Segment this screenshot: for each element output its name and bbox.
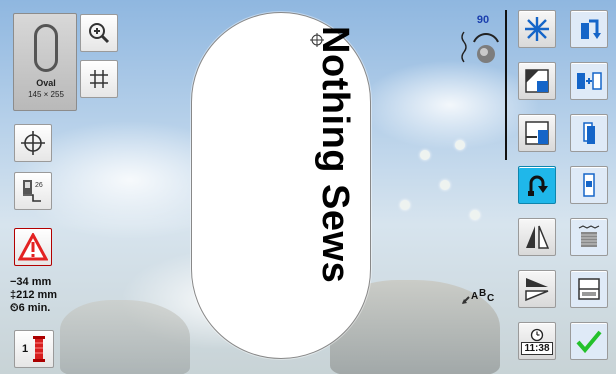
color-change-button[interactable] (570, 166, 608, 204)
time-button[interactable]: 11:38 (518, 322, 556, 360)
rotation-dial[interactable] (458, 28, 504, 74)
crosshair-icon (21, 131, 45, 155)
mirror-vertical-button[interactable] (518, 218, 556, 256)
abc-arc-icon: A B C (462, 288, 494, 304)
color-sequence-icon (583, 173, 595, 197)
return-arrow-icon (581, 19, 601, 39)
hoop-name: Oval (36, 78, 56, 88)
hoop-size: 145 × 255 (28, 90, 64, 99)
dial-track (505, 10, 507, 160)
rotate-icon (528, 175, 548, 196)
text-arc-button[interactable]: A B C (458, 282, 502, 312)
resize-icon (525, 69, 549, 93)
layout-button[interactable] (570, 270, 608, 308)
back-button[interactable] (570, 10, 608, 48)
scale-icon (525, 121, 549, 145)
mirror-horizontal-icon (525, 278, 549, 302)
svg-text:B: B (479, 288, 486, 299)
rotation-value: 90 (476, 14, 490, 26)
svg-text:26: 26 (35, 182, 43, 189)
move-design-button[interactable]: 26 (14, 172, 52, 210)
design-text[interactable]: Nothing Sews (314, 26, 356, 326)
color-count: 1 (21, 343, 29, 355)
y-offset-label: ‡212 mm (10, 289, 58, 301)
mirror-vertical-icon (526, 225, 550, 249)
add-design-button[interactable] (570, 62, 608, 100)
confirm-button[interactable] (570, 322, 608, 360)
fill-pattern-icon (578, 225, 600, 247)
oval-hoop-icon (34, 24, 58, 72)
zoom-button[interactable] (80, 14, 118, 52)
stitch-type-button[interactable] (570, 218, 608, 256)
layout-icon (578, 278, 600, 300)
add-design-icon (577, 72, 602, 90)
resize-button[interactable] (518, 62, 556, 100)
asterisk-icon (525, 17, 549, 41)
checkmark-icon (576, 330, 602, 354)
time-label: ⏲6 min. (10, 302, 51, 314)
duplicate-button[interactable] (570, 114, 608, 152)
scale-button[interactable] (518, 114, 556, 152)
mirror-horizontal-button[interactable] (518, 270, 556, 308)
duplicate-icon (583, 122, 595, 144)
svg-text:A: A (471, 291, 478, 302)
thread-spool-icon (33, 336, 46, 362)
stitch-density-button[interactable] (518, 10, 556, 48)
clock-text: 11:38 (521, 341, 553, 355)
grid-icon (90, 70, 108, 88)
warning-button[interactable] (14, 228, 52, 266)
grid-button[interactable] (80, 60, 118, 98)
zoom-in-icon (89, 23, 110, 44)
rotation-knob-icon (461, 31, 499, 63)
rotate-button[interactable] (518, 166, 556, 204)
clock-icon (530, 328, 544, 341)
center-needle-button[interactable] (14, 124, 52, 162)
warning-icon (18, 233, 48, 261)
hoop-select-button[interactable]: Oval 145 × 255 (13, 13, 77, 111)
presser-foot-icon: 26 (23, 180, 43, 202)
color-info-button[interactable]: 1 (14, 330, 54, 368)
svg-text:C: C (487, 293, 494, 304)
x-offset-label: −34 mm (10, 276, 52, 288)
